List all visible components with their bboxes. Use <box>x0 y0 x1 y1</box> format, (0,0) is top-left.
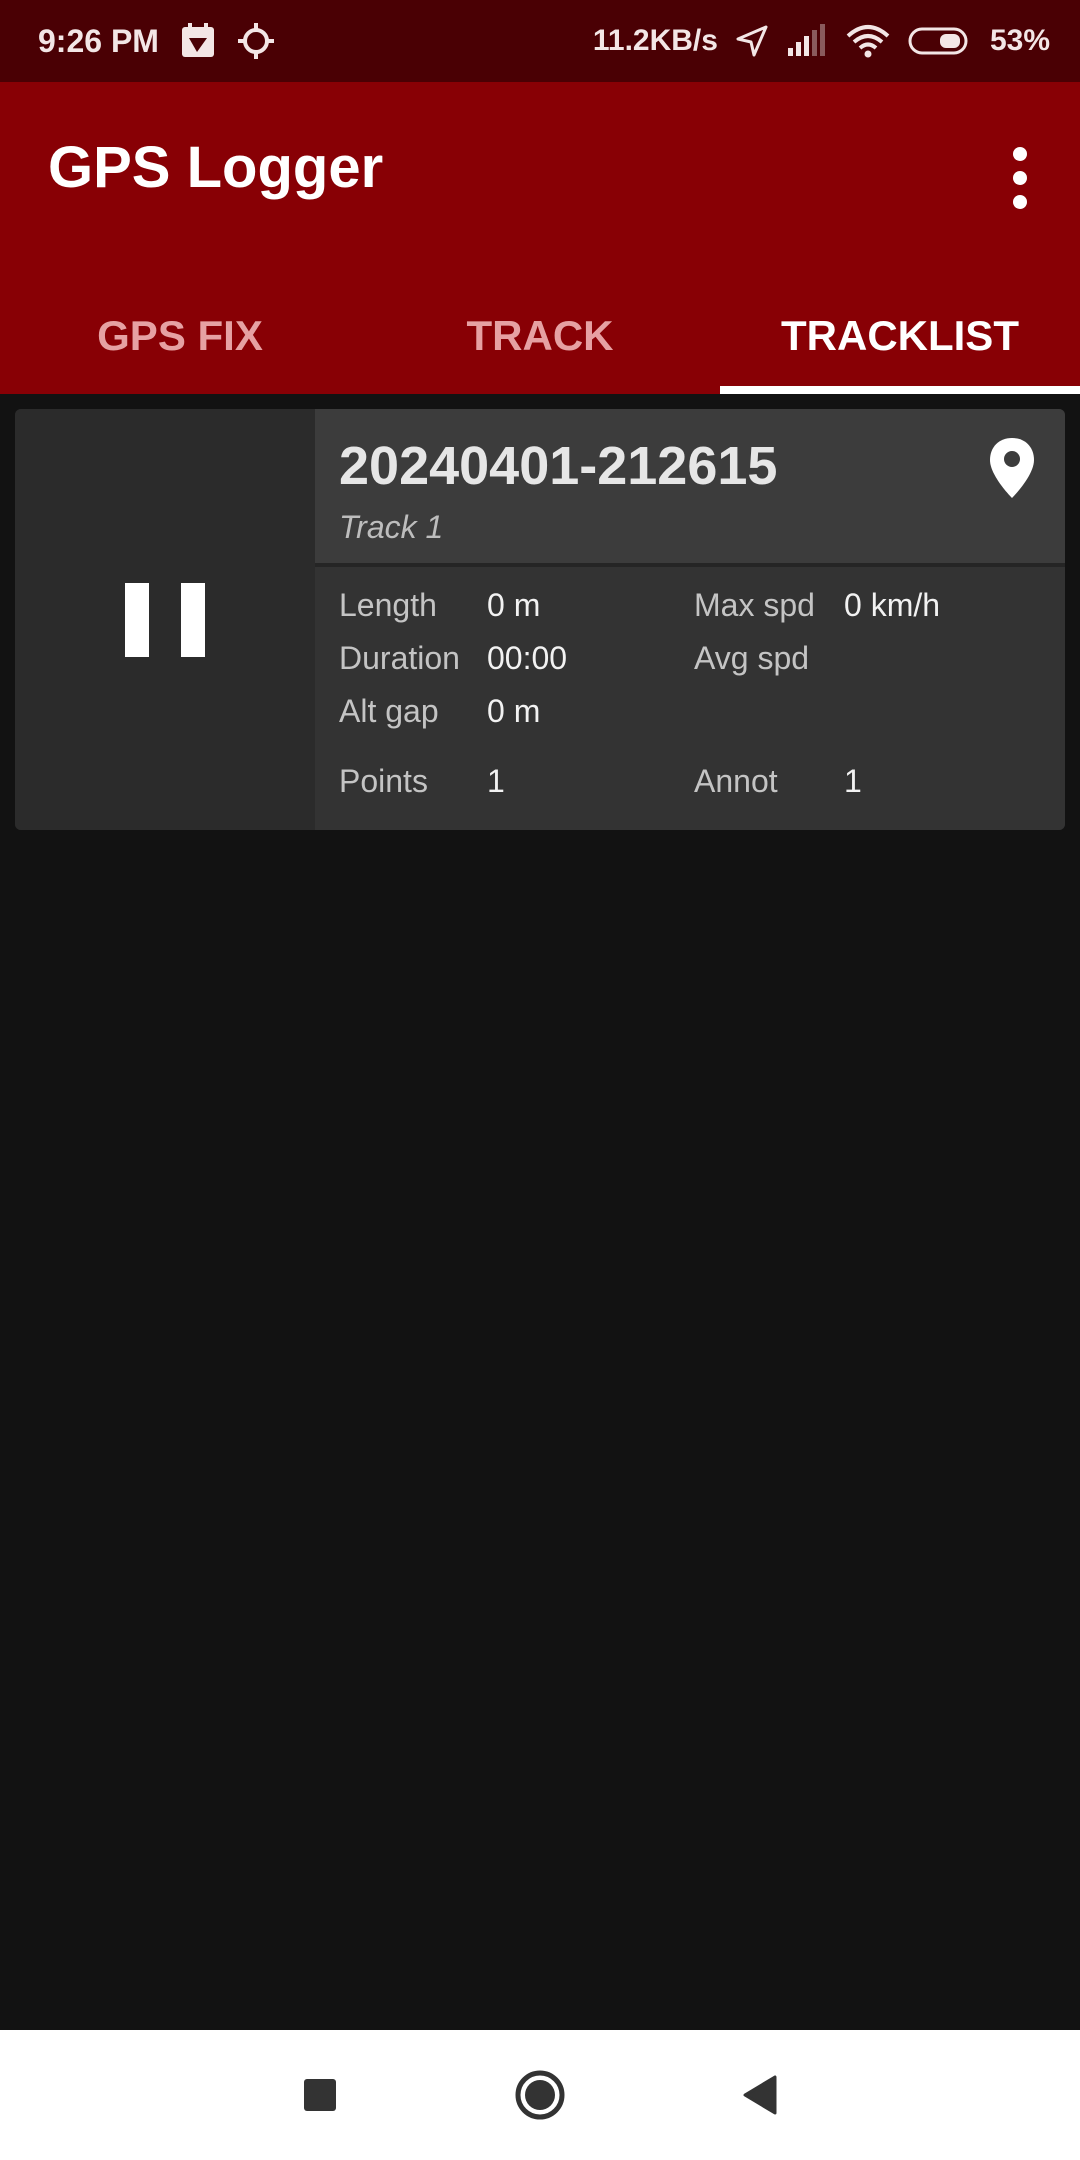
back-button[interactable] <box>730 2065 790 2125</box>
more-vert-icon[interactable] <box>1000 138 1040 218</box>
maxspd-label: Max spd <box>694 587 815 623</box>
track-name: 20240401-212615 <box>339 436 778 496</box>
battery-percent: 53% <box>989 24 1050 57</box>
annot-value: 1 <box>844 763 862 799</box>
navigation-bar <box>0 2030 1080 2160</box>
duration-label: Duration <box>339 640 460 676</box>
recents-button[interactable] <box>290 2065 350 2125</box>
points-value: 1 <box>487 763 505 799</box>
signal-icon <box>786 24 828 58</box>
tab-gps-fix[interactable]: GPS FIX <box>0 278 360 394</box>
app-title: GPS Logger <box>48 135 384 200</box>
altgap-label: Alt gap <box>339 693 439 729</box>
pause-button[interactable] <box>15 409 315 830</box>
avgspd-label: Avg spd <box>694 640 810 676</box>
annot-label: Annot <box>694 763 778 799</box>
track-stats: Length 0 m Duration 00:00 Alt gap 0 m Po… <box>315 567 1065 830</box>
track-card[interactable]: 20240401-212615 Track 1 Length 0 m Durat… <box>15 409 1065 830</box>
length-value: 0 m <box>487 587 541 623</box>
wifi-icon <box>846 24 890 58</box>
tab-bar: GPS FIX TRACK TRACKLIST <box>0 278 1080 394</box>
triangle-back-icon <box>743 2075 777 2115</box>
maxspd-value: 0 km/h <box>844 587 941 623</box>
duration-value: 00:00 <box>487 640 568 676</box>
calendar-icon <box>179 22 217 60</box>
gps-target-icon <box>237 22 275 60</box>
status-time: 9:26 PM <box>38 22 159 59</box>
square-icon <box>304 2079 336 2111</box>
tab-track[interactable]: TRACK <box>360 278 720 394</box>
map-pin-icon[interactable] <box>989 437 1035 504</box>
track-description: Track 1 <box>339 509 444 545</box>
status-right: 11.2KB/s 53% <box>593 24 1050 58</box>
battery-icon <box>908 26 972 56</box>
pause-icon <box>125 582 205 657</box>
home-button[interactable] <box>510 2065 570 2125</box>
length-label: Length <box>339 587 437 623</box>
app-bar: GPS Logger GPS FIX TRACK TRACKLIST <box>0 82 1080 394</box>
tab-tracklist[interactable]: TRACKLIST <box>720 278 1080 394</box>
location-arrow-icon <box>736 25 768 57</box>
track-info: 20240401-212615 Track 1 Length 0 m Durat… <box>315 409 1065 830</box>
circle-icon <box>515 2070 565 2120</box>
status-left: 9:26 PM <box>38 22 275 60</box>
track-header: 20240401-212615 Track 1 <box>315 409 1065 567</box>
status-bar: 9:26 PM 11.2KB/s 53% <box>0 0 1080 82</box>
points-label: Points <box>339 763 428 799</box>
net-speed: 11.2KB/s <box>592 24 718 57</box>
altgap-value: 0 m <box>487 693 541 729</box>
